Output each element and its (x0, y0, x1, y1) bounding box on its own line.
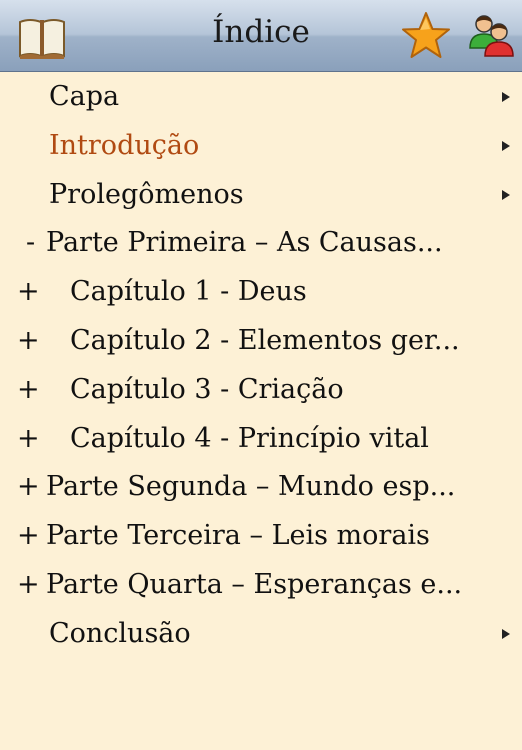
navigation-bar: Índice (0, 0, 522, 72)
list-item-label: Capítulo 1 - Deus (70, 276, 307, 308)
list-item-parte-terceira[interactable]: + Parte Terceira – Leis morais (0, 512, 522, 561)
list-item-label: Capa (49, 81, 120, 112)
star-icon[interactable] (400, 10, 452, 62)
expand-marker[interactable]: + (17, 317, 40, 366)
list-item-conclusao[interactable]: Conclusão (0, 610, 522, 659)
list-item-label: Parte Quarta – Esperanças e... (46, 568, 463, 600)
list-item-capitulo-2[interactable]: + Capítulo 2 - Elementos ger... (0, 317, 522, 366)
list-item-label: Prolegômenos (49, 178, 244, 210)
list-item-introducao[interactable]: Introdução (0, 122, 522, 171)
list-item-label: Introdução (49, 129, 200, 161)
expand-marker[interactable]: + (17, 463, 40, 512)
list-item-label: Parte Segunda – Mundo esp... (46, 471, 456, 503)
users-icon[interactable] (468, 10, 520, 62)
expand-marker[interactable]: + (17, 366, 40, 415)
expand-marker[interactable]: + (17, 268, 40, 317)
disclosure-arrow-icon (502, 628, 510, 639)
collapse-marker[interactable]: - (26, 219, 35, 268)
expand-marker[interactable]: + (17, 512, 40, 561)
list-item-capitulo-3[interactable]: + Capítulo 3 - Criação (0, 366, 522, 415)
list-item-label: Capítulo 2 - Elementos ger... (70, 324, 460, 356)
expand-marker[interactable]: + (17, 415, 40, 464)
list-item-label: Parte Primeira – As Causas... (46, 227, 443, 259)
index-list: Capa Introdução Prolegômenos - Parte Pri… (0, 72, 522, 659)
list-item-parte-segunda[interactable]: + Parte Segunda – Mundo esp... (0, 463, 522, 512)
expand-marker[interactable]: + (17, 561, 40, 610)
disclosure-arrow-icon (502, 189, 510, 200)
list-item-label: Capítulo 3 - Criação (70, 373, 344, 405)
list-item-capa[interactable]: Capa (0, 73, 522, 122)
list-item-label: Capítulo 4 - Princípio vital (70, 422, 429, 454)
disclosure-arrow-icon (502, 140, 510, 151)
list-item-label: Parte Terceira – Leis morais (46, 520, 430, 552)
list-item-parte-quarta[interactable]: + Parte Quarta – Esperanças e... (0, 561, 522, 610)
list-item-capitulo-4[interactable]: + Capítulo 4 - Princípio vital (0, 415, 522, 464)
disclosure-arrow-icon (502, 92, 510, 102)
list-item-prolegomenos[interactable]: Prolegômenos (0, 171, 522, 220)
list-item-label: Conclusão (49, 617, 191, 649)
list-item-capitulo-1[interactable]: + Capítulo 1 - Deus (0, 268, 522, 317)
list-item-parte-primeira[interactable]: - Parte Primeira – As Causas... (0, 219, 522, 268)
